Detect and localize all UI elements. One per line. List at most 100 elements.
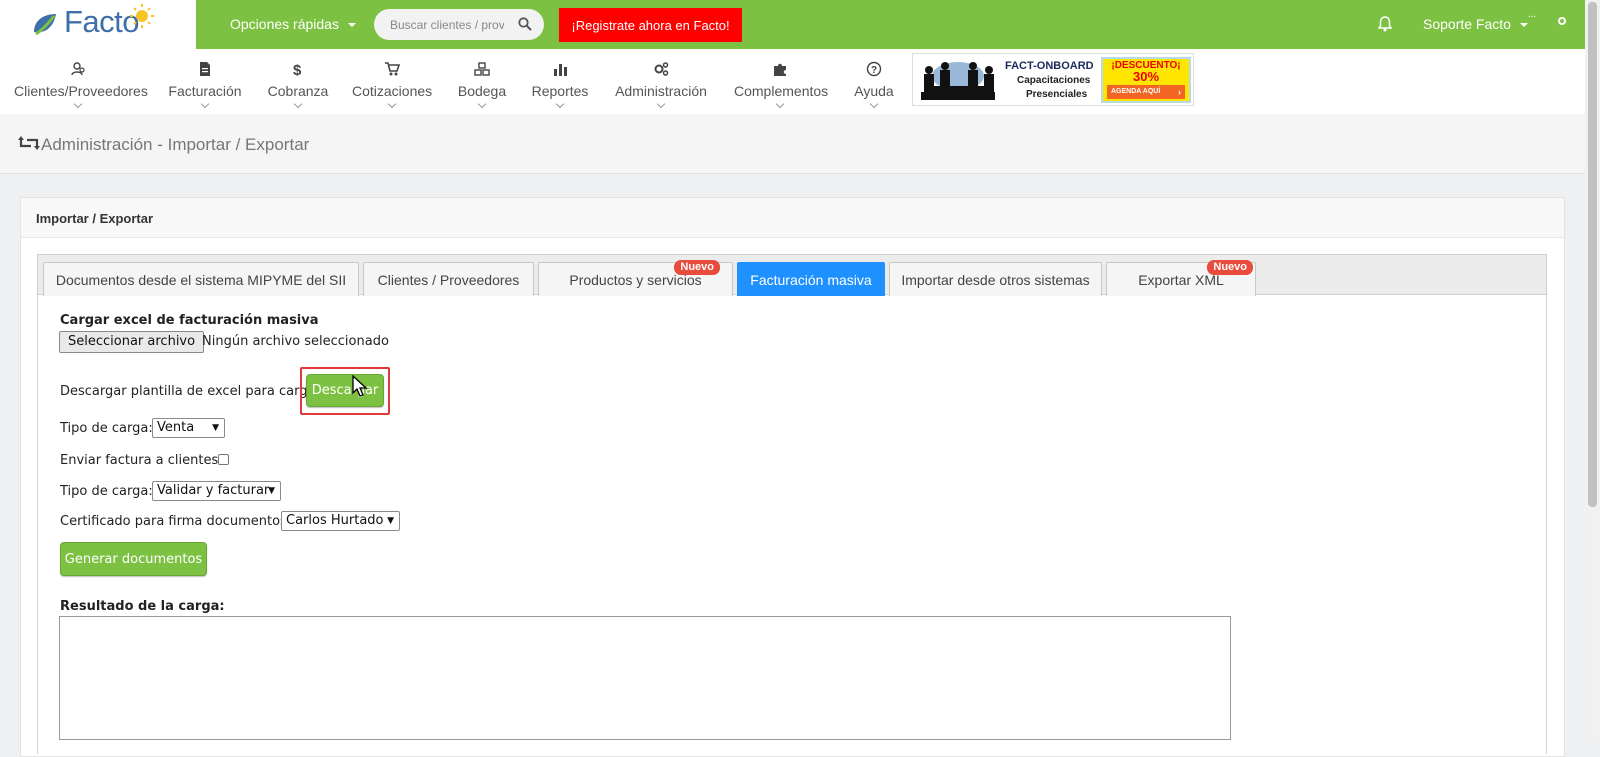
generate-documents-button[interactable]: Generar documentos [60, 542, 207, 576]
tab-label: Clientes / Proveedores [377, 271, 520, 288]
quick-options-dropdown[interactable]: Opciones rápidas [230, 16, 356, 32]
register-button[interactable]: ¡Registrate ahora en Facto! [559, 8, 742, 42]
puzzle-icon [774, 63, 786, 76]
nav-label: Bodega [457, 83, 507, 99]
banner-line2: Capacitaciones [1017, 75, 1091, 86]
nav-complementos[interactable]: Complementos [734, 49, 829, 114]
tab-exportar-xml[interactable]: Exportar XML Nuevo [1106, 260, 1256, 296]
search-icon[interactable] [518, 17, 532, 31]
caret-down-icon: ▼ [387, 516, 394, 526]
tab-facturacion-masiva[interactable]: Facturación masiva [737, 262, 885, 296]
tab-label: Facturación masiva [750, 271, 872, 288]
bell-icon[interactable] [1378, 16, 1392, 32]
nav-label: Ayuda [854, 83, 894, 99]
nav-cotizaciones[interactable]: Cotizaciones [352, 49, 432, 114]
leaf-logo-icon [34, 14, 56, 36]
main-nav: Clientes/Proveedores Facturación $ Cobra… [0, 49, 1585, 114]
nav-bodega[interactable]: Bodega [456, 49, 508, 114]
download-button[interactable]: Descargar [306, 374, 384, 407]
dollar-icon: $ [293, 62, 302, 77]
caret-down-icon: ▼ [268, 486, 275, 496]
nav-label: Cobranza [267, 83, 329, 99]
search-box [374, 9, 544, 40]
result-label: Resultado de la carga: [60, 599, 225, 614]
nav-clientes-proveedores[interactable]: Clientes/Proveedores [14, 49, 148, 114]
load-mode-select[interactable]: Validar y facturar ▼ [152, 481, 281, 501]
send-invoice-checkbox[interactable] [218, 454, 229, 465]
caret-down-icon [1519, 23, 1528, 28]
chevron-down-icon [387, 99, 397, 109]
svg-text:?: ? [871, 65, 877, 76]
download-label: Descargar plantilla de excel para carga [60, 384, 316, 399]
tab-label: Documentos desde el sistema MIPYME del S… [55, 271, 347, 288]
agenda-button[interactable]: AGENDA AQUÍ › [1107, 85, 1185, 99]
load-type-select[interactable]: Venta ▼ [152, 418, 225, 438]
tab-strip: Documentos desde el sistema MIPYME del S… [38, 255, 1546, 296]
search-input[interactable] [388, 16, 506, 34]
file-status: Ningún archivo seleccionado [202, 334, 389, 349]
top-bar: Facto Opciones rápidas ¡Registrate ahora… [0, 0, 1585, 49]
meeting-people-icon [915, 56, 1001, 103]
tab-documentos-mipyme[interactable]: Documentos desde el sistema MIPYME del S… [43, 262, 359, 296]
question-icon: ? [866, 61, 882, 77]
new-badge: Nuevo [1207, 260, 1253, 275]
bar-chart-icon [554, 64, 567, 76]
tab-label: Importar desde otros sistemas [901, 271, 1090, 288]
chevron-down-icon [656, 99, 666, 109]
caret-down-icon [347, 23, 356, 28]
nav-label: Cotizaciones [352, 83, 433, 99]
chevron-down-icon [73, 99, 83, 109]
nav-label: Reportes [531, 83, 589, 99]
tab-productos-servicios[interactable]: Productos y servicios Nuevo [538, 260, 733, 296]
vertical-scrollbar[interactable] [1585, 0, 1600, 740]
select-file-button[interactable]: Seleccionar archivo [59, 331, 205, 353]
chevron-down-icon [555, 99, 565, 109]
logo[interactable]: Facto [0, 0, 196, 49]
upload-label: Cargar excel de facturación masiva [60, 313, 319, 328]
users-icon [71, 62, 85, 76]
nav-cobranza[interactable]: $ Cobranza [267, 49, 329, 114]
load-type-value: Venta [157, 420, 195, 435]
gears-icon [654, 62, 669, 76]
nav-label: Administración [615, 83, 707, 99]
new-badge: Nuevo [674, 260, 720, 275]
arrow-right-icon: › [1178, 87, 1181, 97]
load-type-label: Tipo de carga: [60, 421, 153, 436]
online-status-icon [1558, 17, 1566, 25]
chevron-down-icon [775, 99, 785, 109]
agenda-label: AGENDA AQUÍ [1111, 88, 1161, 95]
nav-label: Complementos [734, 83, 829, 99]
chevron-down-icon [293, 99, 303, 109]
svg-text:$: $ [293, 62, 302, 77]
discount-value: 30% [1132, 69, 1160, 84]
page-header: Administración - Importar / Exportar [0, 114, 1585, 174]
tab-importar-otros[interactable]: Importar desde otros sistemas [889, 262, 1102, 296]
caret-down-icon: ▼ [212, 423, 219, 433]
discount-promo[interactable]: ¡DESCUENTO¡ 30% AGENDA AQUÍ › [1101, 57, 1191, 103]
nav-label: Facturación [168, 83, 242, 99]
mouse-pointer-icon [352, 375, 368, 397]
nav-administracion[interactable]: Administración [614, 49, 708, 114]
cart-icon [385, 62, 400, 76]
onboard-banner[interactable]: FACT-ONBOARD Capacitaciones Presenciales… [912, 53, 1194, 106]
quick-options-label: Opciones rápidas [230, 16, 339, 32]
nav-label: Clientes/Proveedores [14, 83, 148, 99]
tab-clientes-proveedores[interactable]: Clientes / Proveedores [363, 262, 534, 296]
nav-facturacion[interactable]: Facturación [166, 49, 244, 114]
certificate-label: Certificado para firma documentos: [60, 514, 292, 529]
certificate-select[interactable]: Carlos Hurtado ▼ [281, 511, 400, 531]
user-menu[interactable]: Soporte Facto [1423, 16, 1528, 32]
nav-ayuda[interactable]: ? Ayuda [850, 49, 898, 114]
retweet-icon [18, 136, 40, 150]
chevron-down-icon [200, 99, 210, 109]
banner-title: FACT-ONBOARD [1005, 60, 1094, 72]
sun-logo-icon [130, 4, 154, 28]
scrollbar-thumb[interactable] [1588, 2, 1597, 507]
load-mode-label: Tipo de carga: [60, 484, 153, 499]
certificate-value: Carlos Hurtado [286, 513, 384, 528]
panel-heading: Importar / Exportar [21, 198, 1564, 238]
user-name: Soporte Facto [1423, 16, 1511, 32]
chevron-down-icon [477, 99, 487, 109]
nav-reportes[interactable]: Reportes [531, 49, 589, 114]
result-textarea[interactable] [59, 616, 1231, 740]
